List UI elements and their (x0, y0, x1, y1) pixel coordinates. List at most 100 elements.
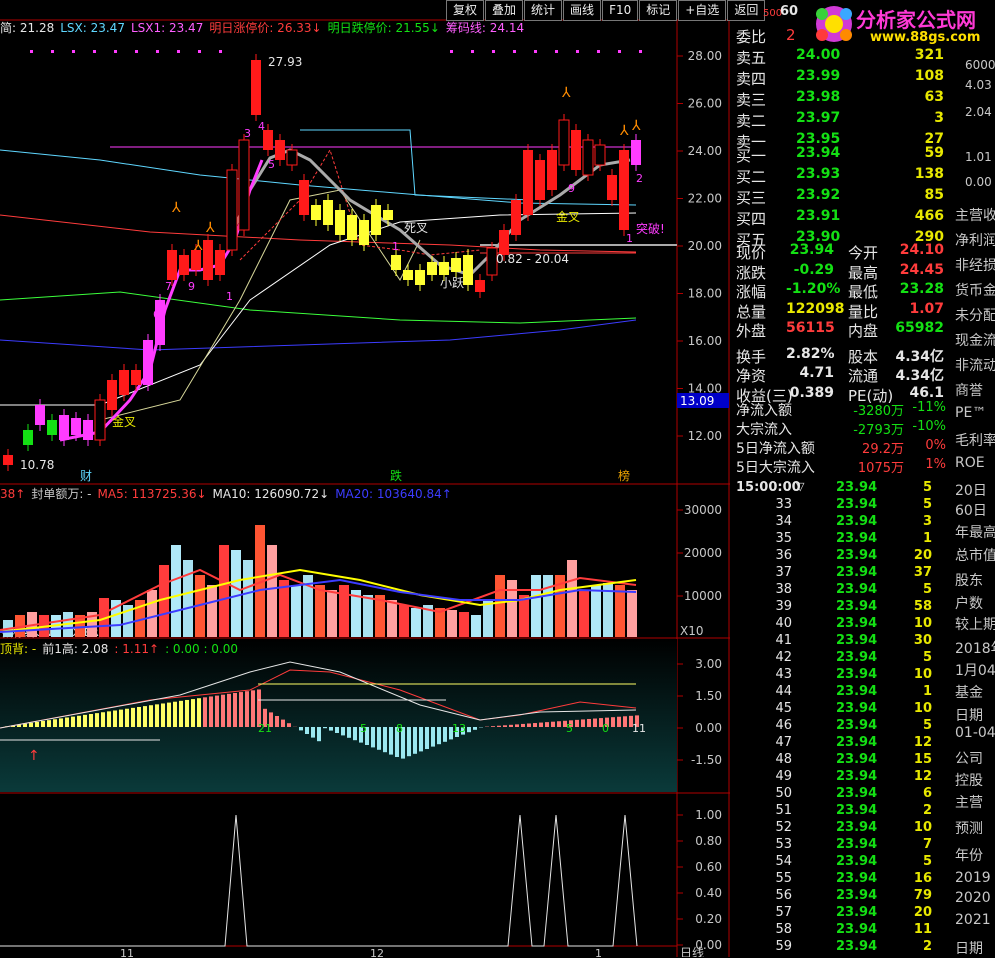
candle (511, 200, 521, 235)
macd-bar (347, 727, 351, 738)
toolbar-button-2[interactable]: 统计 (524, 0, 562, 21)
candle (215, 250, 225, 275)
tick-volume: 5 (880, 480, 932, 495)
toolbar-button-4[interactable]: F10 (602, 0, 638, 21)
legend-item: 明日跌停价: 21.55↓ (328, 21, 440, 35)
candle (463, 255, 473, 285)
fundamental-item: 公司 (955, 748, 995, 768)
fundamental-item: 商誉 (955, 380, 995, 400)
macd-bar (383, 727, 387, 752)
macd-count-label: 13 (452, 722, 466, 735)
tick-volume: 10 (880, 616, 932, 631)
fundamental-item: 未分配 (955, 305, 995, 325)
ask-price: 24.00 (796, 47, 840, 63)
candle (359, 220, 369, 245)
toolbar-button-1[interactable]: 叠加 (485, 0, 523, 21)
bid-volume: 59 (880, 145, 944, 161)
macd-bar (41, 721, 45, 727)
volume-bar (231, 550, 241, 637)
tick-volume: 58 (880, 599, 932, 614)
volume-bar (147, 590, 157, 637)
candle (239, 140, 249, 230)
current-price-label: 13.09 (680, 394, 714, 408)
tick-second: 58 (770, 922, 792, 937)
tick-price: 23.94 (836, 820, 877, 835)
volume-bar (291, 585, 301, 637)
order-ratio-label: 委比 (736, 26, 766, 47)
candle (131, 370, 141, 385)
macd-bar (281, 720, 285, 727)
candle (571, 130, 581, 170)
toolbar-button-5[interactable]: 标记 (639, 0, 677, 21)
flow-value: -3280万 (830, 400, 904, 419)
volume-bar (447, 610, 457, 637)
macd-indicator-legend: 顶背: -前1高: 2.08: 1.11↑: 0.00 : 0.00 (0, 640, 244, 658)
macd-bar (623, 716, 627, 727)
macd-bar (539, 723, 543, 727)
legend-item: 简: 21.28 (0, 21, 54, 35)
tick-second: 52 (770, 820, 792, 835)
tick-second: 51 (770, 803, 792, 818)
price-axis-label: 28.00 (688, 49, 722, 63)
macd-bar (617, 717, 621, 727)
tick-price: 23.94 (836, 684, 877, 699)
volume-bar (387, 600, 397, 637)
tick-second: 44 (770, 684, 792, 699)
volume-bar (591, 585, 601, 637)
tick-price: 23.94 (836, 633, 877, 648)
toolbar-button-0[interactable]: 复权 (446, 0, 484, 21)
stat-label: 现价 (736, 242, 766, 263)
fundamental-item: 4.03 (965, 78, 995, 92)
tick-time: 15:00:00 (736, 480, 801, 495)
candle (251, 60, 261, 115)
macd-bar (191, 699, 195, 727)
macd-bar (353, 727, 357, 740)
stat-value: 0.389 (786, 385, 834, 401)
macd-bar (431, 727, 435, 747)
tick-price: 23.94 (836, 565, 877, 580)
fundamental-item: 年最高 (955, 522, 995, 542)
candle (143, 340, 153, 385)
macd-bar (587, 719, 591, 727)
macd-bar (155, 704, 159, 727)
tick-second: 33 (770, 497, 792, 512)
kline-chart-area[interactable]: 28.0026.0024.0022.0020.0018.0016.0014.00… (0, 0, 730, 957)
macd-bar (551, 722, 555, 727)
stat-label: 最低 (848, 281, 878, 302)
count-label: 3 (244, 127, 251, 140)
tick-filter-icon[interactable]: ▽ (796, 480, 804, 493)
toolbar-button-6[interactable]: +自选 (678, 0, 726, 21)
macd-bar (89, 714, 93, 727)
legend-item: 前1高: 2.08 (42, 642, 108, 656)
fundamental-item: 预测 (955, 818, 995, 838)
tick-price: 23.94 (836, 786, 877, 801)
candle (311, 205, 321, 220)
board-marker: 榜 (618, 468, 630, 483)
macd-bar (521, 724, 525, 727)
volume-bar (543, 575, 553, 637)
tick-price: 23.94 (836, 497, 877, 512)
macd-bar (173, 702, 177, 727)
tick-second: 45 (770, 701, 792, 716)
tick-volume: 12 (880, 735, 932, 750)
tick-volume: 5 (880, 718, 932, 733)
macd-bar (53, 719, 57, 727)
tick-second: 38 (770, 582, 792, 597)
order-ratio-value: 2 (786, 26, 796, 44)
logo: 分析家公式网 www.88gs.com (812, 0, 995, 48)
stat-value: 23.28 (892, 281, 944, 297)
tick-volume: 10 (880, 820, 932, 835)
fundamental-item: 0.00 (965, 175, 995, 189)
stat-value: 46.1 (892, 385, 944, 401)
toolbar-button-3[interactable]: 画线 (563, 0, 601, 21)
fundamental-item: 非经损 (955, 255, 995, 275)
macd-bar (221, 695, 225, 727)
volume-bar (183, 560, 193, 637)
person-icon: ⅄ (619, 123, 629, 139)
candle (299, 180, 309, 215)
macd-bar (275, 716, 279, 727)
volume-bar (579, 590, 589, 637)
toolbar-button-7[interactable]: 返回 (727, 0, 765, 21)
fundamental-item: 股东 (955, 570, 995, 590)
flow-pct: -11% (906, 400, 946, 415)
